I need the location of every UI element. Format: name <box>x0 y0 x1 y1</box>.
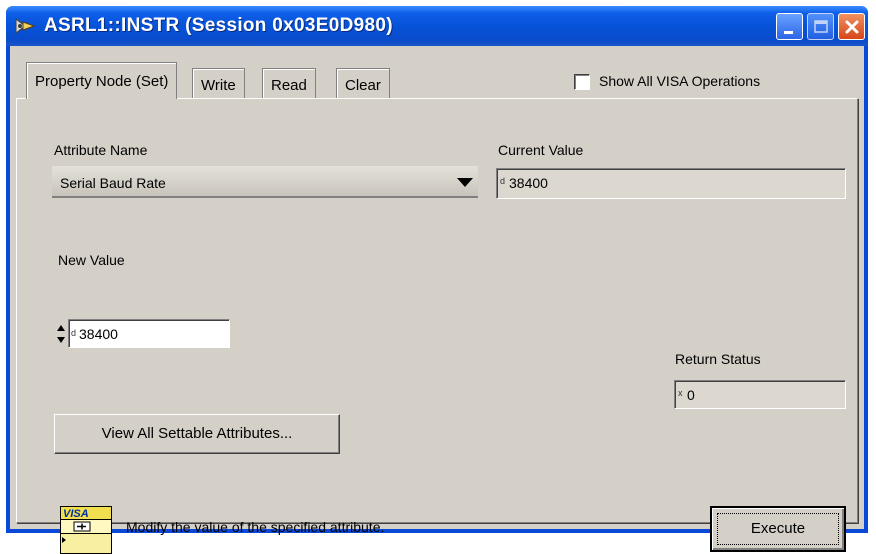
tab-property-node-set[interactable]: Property Node (Set) <box>26 62 178 99</box>
dropdown-arrow-icon <box>457 178 473 187</box>
minimize-button[interactable] <box>776 13 803 40</box>
radix-indicator: d <box>71 328 77 338</box>
attribute-name-label: Attribute Name <box>54 142 148 158</box>
return-status-text: 0 <box>687 387 695 403</box>
current-value-text: 38400 <box>509 175 548 191</box>
show-all-visa-checkbox[interactable] <box>574 74 590 90</box>
tab-label: Clear <box>345 77 381 94</box>
tab-label: Read <box>271 77 307 94</box>
close-icon <box>845 20 859 34</box>
app-icon <box>15 17 36 35</box>
maximize-button[interactable] <box>807 13 834 40</box>
increment-decrement-icon[interactable] <box>56 322 66 346</box>
tab-write[interactable]: Write <box>192 68 245 98</box>
dialog-client: Property Node (Set) Write Read Clear Sho… <box>10 46 864 554</box>
tab-read[interactable]: Read <box>262 68 316 98</box>
tab-panel <box>16 98 858 523</box>
close-button[interactable] <box>838 13 865 40</box>
tab-label: Write <box>201 77 236 94</box>
show-all-visa-label: Show All VISA Operations <box>599 73 761 89</box>
visa-property-node-icon: VISA <box>60 506 112 554</box>
view-all-settable-attributes-button[interactable]: View All Settable Attributes... <box>54 414 340 454</box>
button-label: Execute <box>750 520 806 537</box>
execute-button[interactable]: Execute <box>710 506 846 552</box>
return-status-field: x 0 <box>674 380 846 409</box>
maximize-icon <box>814 20 828 33</box>
attribute-name-dropdown[interactable]: Serial Baud Rate <box>52 166 478 198</box>
minimize-icon <box>784 31 793 34</box>
radix-indicator: d <box>500 176 506 186</box>
tab-label: Property Node (Set) <box>35 73 169 90</box>
current-value-label: Current Value <box>498 142 584 158</box>
dialog-window: ASRL1::INSTR (Session 0x03E0D980) Proper… <box>6 6 868 554</box>
title-bar[interactable]: ASRL1::INSTR (Session 0x03E0D980) <box>6 6 868 46</box>
description-text: Modify the value of the specified attrib… <box>126 519 385 535</box>
window-title: ASRL1::INSTR (Session 0x03E0D980) <box>44 15 393 36</box>
new-value-input[interactable]: d 38400 <box>68 319 230 348</box>
current-value-field: d 38400 <box>496 168 846 199</box>
return-status-label: Return Status <box>675 351 761 367</box>
new-value-label: New Value <box>58 252 125 268</box>
tab-clear[interactable]: Clear <box>336 68 390 98</box>
attribute-name-value: Serial Baud Rate <box>60 175 166 191</box>
visa-icon-label: VISA <box>63 508 89 520</box>
new-value-text: 38400 <box>79 326 118 342</box>
button-label: View All Settable Attributes... <box>101 425 293 442</box>
radix-indicator: x <box>678 388 683 398</box>
